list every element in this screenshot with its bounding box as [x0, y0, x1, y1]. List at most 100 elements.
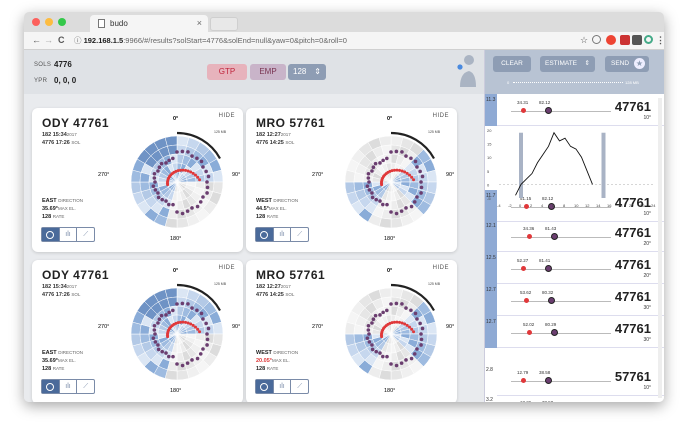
- histogram-view-button[interactable]: ılı: [274, 228, 292, 241]
- reload-icon[interactable]: C: [58, 35, 65, 45]
- line-view-button[interactable]: ⟋: [77, 228, 94, 241]
- tab-close-icon[interactable]: ×: [197, 15, 202, 32]
- track-point: [164, 313, 168, 317]
- select-arrows-icon: ⇕: [584, 60, 590, 67]
- polar-plot: [130, 131, 224, 229]
- window-bar: [519, 132, 523, 198]
- line-view-button[interactable]: ⟋: [291, 228, 308, 241]
- new-tab-button[interactable]: [210, 17, 238, 31]
- polar-view-button[interactable]: [256, 228, 274, 241]
- track-point: [164, 161, 168, 165]
- track-point: [164, 351, 168, 355]
- track-point: [415, 317, 419, 321]
- track-point: [201, 165, 205, 169]
- sun-point: [412, 178, 416, 182]
- track-point: [370, 169, 374, 173]
- pass-date-utc: 182 15:342017: [42, 132, 77, 138]
- back-arrow-icon[interactable]: ←: [32, 35, 41, 45]
- track-point: [166, 202, 171, 207]
- x-tick-label: 16: [607, 203, 612, 208]
- north-label: 0°: [173, 116, 179, 122]
- track-point: [371, 165, 376, 170]
- bookmark-star-icon[interactable]: ☆: [580, 35, 588, 46]
- row-start-marker: [521, 378, 526, 383]
- info-extension-icon[interactable]: [592, 35, 601, 44]
- pass-date-utc: 182 15:342017: [42, 284, 77, 290]
- track-point: [151, 336, 156, 340]
- west-label: 270°: [98, 324, 110, 330]
- track-point: [400, 150, 404, 154]
- track-point: [153, 188, 158, 192]
- url-field[interactable]: ⓘ 192.168.1.5:9966/#/results?solStart=47…: [74, 34, 574, 47]
- minimize-window-dot[interactable]: [45, 18, 53, 26]
- pass-rate: 128 RATE: [42, 366, 65, 372]
- result-row[interactable]: 2.8 12.79 38.58 57761 10°: [485, 364, 664, 396]
- track-point: [381, 310, 385, 315]
- row-index: 12.5: [485, 252, 497, 284]
- track-point: [415, 195, 419, 199]
- track-point: [195, 156, 199, 161]
- track-point: [195, 204, 200, 209]
- user-avatar-icon[interactable]: [456, 54, 476, 88]
- track-point: [394, 211, 399, 216]
- track-point: [365, 336, 370, 340]
- gtp-button[interactable]: GTP: [207, 64, 247, 80]
- data-slider[interactable]: [513, 82, 623, 83]
- polar-view-button[interactable]: [42, 228, 60, 241]
- close-window-dot[interactable]: [32, 18, 40, 26]
- polar-cell: [212, 321, 224, 335]
- track-point: [366, 323, 371, 328]
- polar-view-button[interactable]: [256, 380, 274, 393]
- sun-point: [408, 173, 412, 177]
- bars-icon: ılı: [279, 383, 285, 390]
- rate-select[interactable]: 128 ⇕: [288, 64, 326, 80]
- histogram-view-button[interactable]: ılı: [60, 380, 78, 393]
- sun-point: [198, 178, 202, 182]
- result-row[interactable]: 12.5 52.27 81.41 47761 20°: [485, 252, 664, 284]
- camera-extension-icon[interactable]: [632, 35, 642, 45]
- histogram-view-button[interactable]: ılı: [274, 380, 292, 393]
- maximize-window-dot[interactable]: [58, 18, 66, 26]
- sun-point: [398, 320, 402, 324]
- track-point: [419, 332, 423, 336]
- result-row[interactable]: 3.2 18.26 38.58 57761 20°: [485, 394, 664, 402]
- sun-point: [194, 325, 198, 329]
- track-point: [367, 180, 371, 184]
- forward-arrow-icon[interactable]: →: [44, 35, 53, 45]
- result-row[interactable]: 11.3 34.31 82.12 47761 10°: [485, 94, 664, 126]
- polar-cell: [390, 369, 404, 381]
- sols-value: 4776: [54, 60, 72, 69]
- track-point: [404, 154, 408, 158]
- opera-extension-icon[interactable]: [606, 35, 616, 45]
- line-view-button[interactable]: ⟋: [77, 380, 94, 393]
- x-tick-label: 10: [574, 203, 579, 208]
- sun-point: [400, 169, 404, 173]
- line-view-button[interactable]: ⟋: [291, 380, 308, 393]
- sidebar-scrollbar[interactable]: [658, 98, 662, 398]
- emp-button[interactable]: EMP: [250, 64, 286, 80]
- west-label: 270°: [312, 172, 324, 178]
- track-point: [186, 150, 190, 154]
- line-icon: ⟋: [83, 230, 89, 238]
- clear-button[interactable]: CLEAR: [493, 56, 531, 72]
- track-point: [412, 352, 417, 356]
- result-row[interactable]: 12.1 34.36 81.43 47761 20°: [485, 220, 664, 252]
- track-point: [171, 202, 175, 207]
- polar-plot: [344, 131, 438, 229]
- track-point: [420, 174, 425, 179]
- menu-icon[interactable]: ⋮: [656, 35, 664, 46]
- red-extension-icon[interactable]: [620, 35, 630, 45]
- estimate-select[interactable]: ESTIMATE ⇕: [540, 56, 595, 72]
- polar-view-button[interactable]: [42, 380, 60, 393]
- result-row[interactable]: 12.7 53.62 80.32 47761 30°: [485, 284, 664, 316]
- result-row[interactable]: 12.7 52.02 80.29 47761 30°: [485, 316, 664, 348]
- chrome-extension-icon[interactable]: [644, 35, 653, 44]
- track-point: [370, 347, 375, 352]
- track-point: [374, 349, 379, 354]
- row-pass-id: 47761: [614, 225, 651, 240]
- polar-cell: [378, 135, 392, 147]
- send-button[interactable]: SEND ★: [605, 56, 649, 72]
- polar-cell: [176, 369, 190, 381]
- histogram-view-button[interactable]: ılı: [60, 228, 78, 241]
- browser-tab[interactable]: budo ×: [90, 15, 208, 32]
